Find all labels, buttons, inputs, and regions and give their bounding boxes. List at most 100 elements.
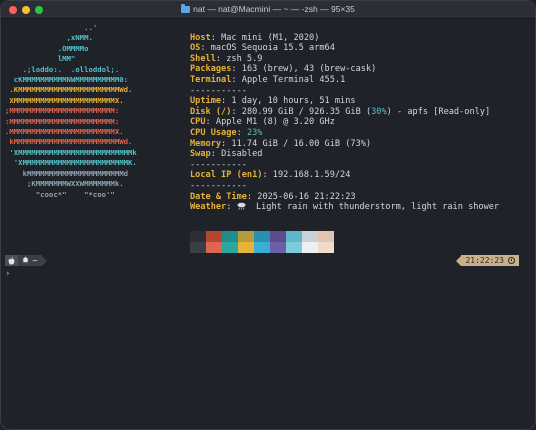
color-swatch bbox=[222, 231, 238, 242]
color-swatch bbox=[238, 231, 254, 242]
info-key: Terminal bbox=[190, 74, 232, 85]
logo-line: :MMMMMMMMMMMMMMMMMMMMMMMM: bbox=[5, 116, 120, 126]
logo-line: kMMMMMMMMMMMMMMMMMMMMMMMMWd. bbox=[5, 137, 133, 147]
color-swatch bbox=[190, 242, 206, 253]
prompt-time: 21:22:23 bbox=[465, 256, 504, 265]
info-value: 11.74 GiB / 16.00 GiB (73%) bbox=[231, 138, 372, 149]
separator: ----------- bbox=[190, 85, 247, 96]
logo-line: "cooc*" "*coo'" bbox=[5, 189, 115, 199]
info-key: Memory bbox=[190, 138, 222, 149]
prompt-right: 21:22:23 bbox=[456, 255, 519, 266]
prompt-arrow bbox=[41, 255, 47, 266]
prompt-time-segment: 21:22:23 bbox=[461, 255, 519, 266]
info-value: macOS Sequoia 15.5 arm64 bbox=[210, 43, 335, 54]
info-key: Weather bbox=[190, 202, 227, 213]
logo-line: lMM" bbox=[5, 54, 76, 64]
info-value: Light rain with thunderstorm, light rain… bbox=[255, 202, 500, 213]
color-swatch bbox=[270, 231, 286, 242]
logo-line: 'XMMMMMMMMMMMMMMMMMMMMMMMMK. bbox=[5, 158, 137, 168]
logo-line: kMMMMMMMMMMMMMMMMMMMMMMd bbox=[5, 168, 129, 178]
info-row-datetime: Date & Time: 2025-06-16 21:22:23 bbox=[190, 191, 356, 202]
logo-line: 'XMMMMMMMMMMMMMMMMMMMMMMMMMMk bbox=[5, 147, 137, 157]
prompt-cursor[interactable]: › bbox=[5, 269, 10, 279]
color-swatches bbox=[190, 231, 334, 253]
logo-line: cKMMMMMMMMMMNWMMMMMMMMMM0: bbox=[5, 75, 129, 85]
color-swatch bbox=[302, 242, 318, 253]
info-key: OS bbox=[190, 43, 201, 54]
separator: ----------- bbox=[190, 159, 247, 170]
color-swatch bbox=[222, 242, 238, 253]
info-value: 2025-06-16 21:22:23 bbox=[257, 191, 356, 202]
color-swatch bbox=[190, 231, 206, 242]
color-swatch bbox=[302, 231, 318, 242]
logo-line: .KMMMMMMMMMMMMMMMMMMMMMMMWd. bbox=[5, 85, 133, 95]
info-value: 163 (brew), 43 (brew-cask) bbox=[241, 64, 377, 75]
logo-line: .MMMMMMMMMMMMMMMMMMMMMMMMX. bbox=[5, 127, 124, 137]
system-info: Host: Mac mini (M1, 2020) OS: macOS Sequ… bbox=[190, 22, 499, 213]
color-swatch bbox=[286, 242, 302, 253]
color-swatch bbox=[318, 231, 334, 242]
info-row-uptime: Uptime: 1 day, 10 hours, 51 mins bbox=[190, 96, 356, 107]
scrollbar[interactable] bbox=[529, 20, 535, 429]
swatch-row-bright bbox=[190, 242, 334, 253]
info-key: Shell bbox=[190, 53, 216, 64]
info-key: Packages bbox=[190, 64, 232, 75]
disk-percent: 30% bbox=[371, 106, 387, 117]
separator: ----------- bbox=[190, 180, 247, 191]
info-row-terminal: Terminal: Apple Terminal 455.1 bbox=[190, 74, 346, 85]
color-swatch bbox=[254, 242, 270, 253]
info-key: Date & Time bbox=[190, 191, 247, 202]
clock-icon bbox=[508, 257, 515, 264]
info-key: Host bbox=[190, 32, 211, 43]
apple-icon bbox=[5, 255, 18, 266]
color-swatch bbox=[270, 242, 286, 253]
window-title-text: nat — nat@Macmini — ~ — -zsh — 95×35 bbox=[193, 4, 355, 14]
logo-line: ..' bbox=[5, 23, 98, 32]
info-value: zsh 5.9 bbox=[226, 53, 263, 64]
info-value: Mac mini (M1, 2020) bbox=[221, 32, 320, 43]
info-row-local-ip: Local IP (en1): 192.168.1.59/24 bbox=[190, 170, 351, 181]
info-value: 1 day, 10 hours, 51 mins bbox=[231, 96, 356, 107]
terminal-window: nat — nat@Macmini — ~ — -zsh — 95×35 ..'… bbox=[0, 0, 536, 430]
apple-ascii-logo: ..' ,xNMM. .OMMMMo lMM" .;loddo:. .ollod… bbox=[5, 23, 137, 200]
logo-line: .;loddo:. .olloddol;. bbox=[5, 64, 120, 74]
info-key: Uptime bbox=[190, 96, 222, 107]
info-key: Local IP (en1) bbox=[190, 170, 263, 181]
rain-cloud-icon bbox=[237, 202, 246, 212]
terminal-content[interactable]: ..' ,xNMM. .OMMMMo lMM" .;loddo:. .ollod… bbox=[1, 20, 535, 429]
color-swatch bbox=[238, 242, 254, 253]
color-swatch bbox=[286, 231, 302, 242]
title-bar[interactable]: nat — nat@Macmini — ~ — -zsh — 95×35 bbox=[1, 1, 535, 19]
window-title: nat — nat@Macmini — ~ — -zsh — 95×35 bbox=[1, 4, 535, 14]
folder-icon bbox=[181, 4, 191, 13]
color-swatch bbox=[206, 231, 222, 242]
info-key: CPU Usage bbox=[190, 127, 237, 138]
prompt-dir-segment: ~ bbox=[18, 255, 42, 266]
info-value: 280.99 GiB / 926.35 GiB ( bbox=[241, 106, 372, 117]
info-row-cpu-usage: CPU Usage: 23% bbox=[190, 127, 263, 138]
prompt-dir: ~ bbox=[32, 256, 38, 265]
info-value: Disabled bbox=[221, 149, 263, 160]
swatch-row-dark bbox=[190, 231, 334, 242]
info-row-shell: Shell: zsh 5.9 bbox=[190, 53, 263, 64]
logo-line: ;KMMMMMMMWXXWMMMMMMMk. bbox=[5, 179, 124, 189]
info-row-host: Host: Mac mini (M1, 2020) bbox=[190, 32, 320, 43]
info-row-swap: Swap: Disabled bbox=[190, 149, 263, 160]
prompt-left: ~ bbox=[5, 255, 47, 266]
info-key: CPU bbox=[190, 117, 206, 128]
logo-line: .OMMMMo bbox=[5, 43, 89, 53]
info-value: Apple Terminal 455.1 bbox=[241, 74, 346, 85]
info-row-cpu: CPU: Apple M1 (8) @ 3.20 GHz bbox=[190, 117, 335, 128]
color-swatch bbox=[254, 231, 270, 242]
logo-line: ,xNMM. bbox=[5, 33, 93, 43]
color-swatch bbox=[318, 242, 334, 253]
info-value: 192.168.1.59/24 bbox=[272, 170, 351, 181]
logo-line: ;MMMMMMMMMMMMMMMMMMMMMMMM: bbox=[5, 106, 120, 116]
info-row-os: OS: macOS Sequoia 15.5 arm64 bbox=[190, 43, 335, 54]
info-value: Apple M1 (8) @ 3.20 GHz bbox=[215, 117, 335, 128]
info-key: Swap bbox=[190, 149, 211, 160]
info-value-suffix: ) - apfs [Read-only] bbox=[386, 106, 491, 117]
color-swatch bbox=[206, 242, 222, 253]
info-row-packages: Packages: 163 (brew), 43 (brew-cask) bbox=[190, 64, 377, 75]
info-row-weather: Weather: Light rain with thunderstorm, l… bbox=[190, 202, 500, 213]
